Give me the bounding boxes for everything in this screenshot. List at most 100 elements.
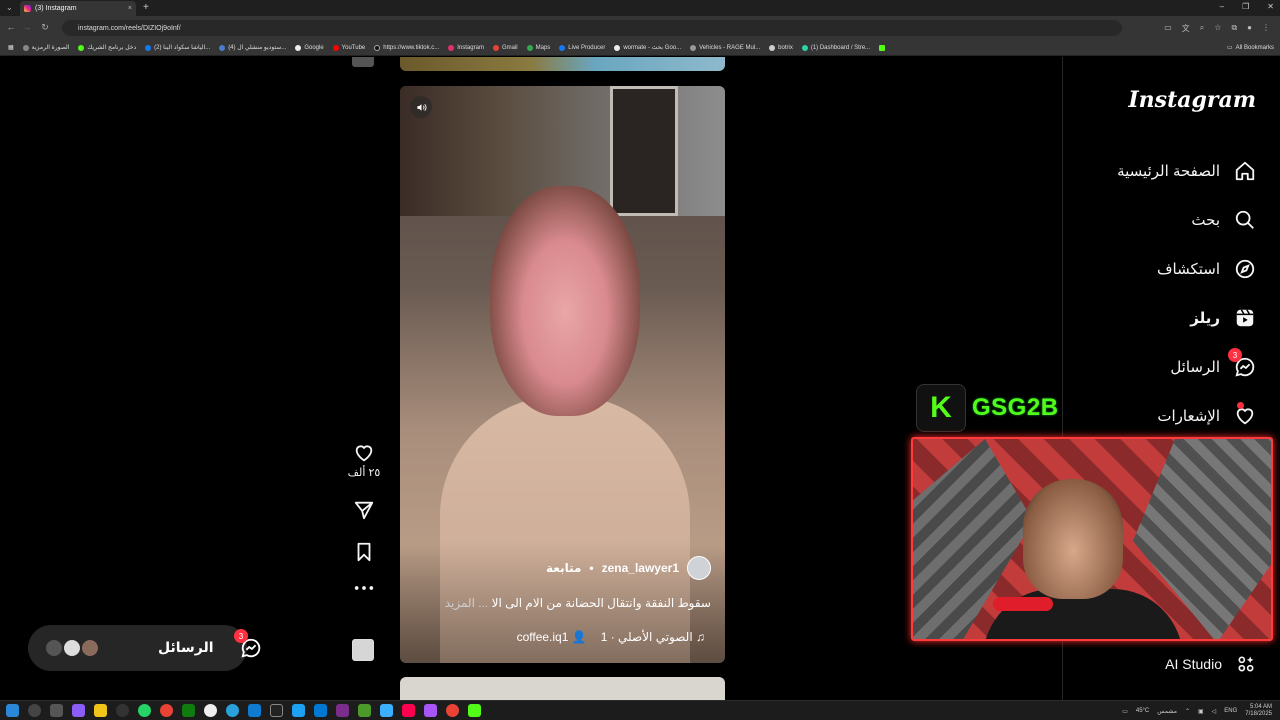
language-indicator[interactable]: ENG <box>1224 708 1237 714</box>
share-action[interactable] <box>353 499 375 521</box>
bookmark-item[interactable]: botrix <box>769 44 793 51</box>
chrome-taskbar-icon[interactable] <box>446 704 459 717</box>
reel-actions: ٢٥ ألف <box>346 442 382 593</box>
speaker-icon[interactable] <box>410 96 432 118</box>
reel-caption[interactable]: سقوط النفقة وانتقال الحضانة من الام الى … <box>445 596 711 610</box>
steam-icon[interactable] <box>270 704 283 717</box>
studio-favicon-icon <box>219 44 226 51</box>
url-input[interactable]: instagram.com/reels/DIZIOj9oInf/ <box>62 20 1122 36</box>
network-icon[interactable]: ▣ <box>1198 708 1204 715</box>
more-action[interactable] <box>353 583 375 593</box>
instagram-bookmark-icon <box>448 44 455 51</box>
nav-home[interactable]: الصفحة الرئيسية <box>1117 160 1256 182</box>
author-avatar[interactable] <box>687 556 711 580</box>
obs-icon[interactable] <box>116 704 129 717</box>
bookmark-item[interactable]: Google <box>295 44 324 51</box>
extensions-icon[interactable]: ⧉ <box>1231 23 1237 34</box>
nav-notifications[interactable]: الإشعارات <box>1157 402 1256 427</box>
tab-instagram[interactable]: (3) Instagram × <box>20 1 136 16</box>
app-icon[interactable] <box>380 704 393 717</box>
telegram-icon[interactable] <box>226 704 239 717</box>
audio-avatar[interactable] <box>352 639 374 661</box>
instagram-logo[interactable]: Instagram <box>1128 87 1256 113</box>
bookmark-star-icon[interactable]: ☆ <box>1214 23 1221 34</box>
clock[interactable]: 5:04 AM 7/18/2025 <box>1245 704 1272 718</box>
new-tab-button[interactable]: + <box>143 2 149 13</box>
author-username[interactable]: zena_lawyer1 <box>602 561 679 575</box>
next-reel-preview[interactable] <box>400 677 725 700</box>
audio-link[interactable]: ♫ الصوتي الأصلي · 1 <box>601 630 705 644</box>
install-icon[interactable]: ▭ <box>1164 23 1172 34</box>
minecraft-icon[interactable] <box>358 704 371 717</box>
reload-icon[interactable]: ↻ <box>38 22 52 33</box>
bookmark-item[interactable]: Live Producer <box>559 44 605 51</box>
music-note-icon: ♫ <box>696 630 705 644</box>
nav-ai-studio[interactable]: AI Studio <box>1165 654 1256 674</box>
browser-tabbar: ⌄ (3) Instagram × + – ❐ ✕ <box>0 0 1280 16</box>
bookmark-item[interactable]: wormate - بحث Goo... <box>614 44 681 51</box>
apps-icon[interactable]: ▦ <box>8 44 14 51</box>
nav-search[interactable]: بحث <box>1191 209 1256 231</box>
previous-reel-avatar[interactable] <box>352 57 374 67</box>
close-window-button[interactable]: ✕ <box>1267 2 1274 11</box>
nav-explore[interactable]: استكشاف <box>1157 258 1256 280</box>
bookmark-item[interactable]: Gmail <box>492 44 518 51</box>
nav-reels[interactable]: ريلز <box>1190 307 1256 329</box>
file-explorer-icon[interactable] <box>94 704 107 717</box>
save-action[interactable] <box>353 541 375 563</box>
previous-reel-preview[interactable] <box>400 57 725 71</box>
kick-logo: K <box>916 384 966 432</box>
windows-start-icon[interactable] <box>6 704 19 717</box>
facebook-favicon-icon <box>145 44 152 51</box>
app-s-icon[interactable] <box>292 704 305 717</box>
all-bookmarks[interactable]: ▭ All Bookmarks <box>1227 44 1274 52</box>
forward-icon[interactable]: → <box>20 22 34 32</box>
tab-list-icon[interactable]: ⌄ <box>6 3 13 12</box>
app-icon[interactable] <box>424 704 437 717</box>
like-action[interactable]: ٢٥ ألف <box>348 442 380 479</box>
messages-pill[interactable]: الرسائل 3 <box>28 625 261 671</box>
premiere-icon[interactable] <box>336 704 349 717</box>
bookmark-item[interactable]: دخل برنامج الشريك <box>78 44 136 51</box>
bookmark-item[interactable] <box>879 44 886 51</box>
app-icon[interactable] <box>204 704 217 717</box>
task-view-icon[interactable] <box>50 704 63 717</box>
bookmark-item[interactable]: Instagram <box>448 44 484 51</box>
tray-chevron-icon[interactable]: ⌃ <box>1185 708 1190 715</box>
search-taskbar-icon[interactable] <box>28 704 41 717</box>
bookmark-icon <box>357 542 371 562</box>
bookmark-item[interactable]: (2) الياشا سكواد الينا... <box>145 44 210 51</box>
bookmark-item[interactable]: (4) ستوديو منشلي ال... <box>219 44 286 51</box>
xbox-icon[interactable] <box>182 704 195 717</box>
tab-close-icon[interactable]: × <box>128 5 132 12</box>
whatsapp-icon[interactable] <box>138 704 151 717</box>
maximize-button[interactable]: ❐ <box>1242 2 1249 11</box>
nav-messages[interactable]: الرسائل 3 <box>1170 348 1256 378</box>
edge-icon[interactable] <box>248 704 261 717</box>
bookmark-item[interactable]: Maps <box>526 44 550 51</box>
back-icon[interactable]: ← <box>4 22 18 32</box>
weather-temp[interactable]: 45°C <box>1136 708 1149 714</box>
bookmark-item[interactable]: الصورة الرمزية <box>22 44 69 51</box>
minimize-button[interactable]: – <box>1220 2 1224 11</box>
volume-icon[interactable]: ◁ <box>1212 708 1217 715</box>
reels-icon <box>1236 309 1254 327</box>
bookmark-item[interactable]: https://www.tiktok.c... <box>374 44 439 51</box>
chrome-icon[interactable] <box>160 704 173 717</box>
tiktok-taskbar-icon[interactable] <box>402 704 415 717</box>
profile-icon[interactable]: ● <box>1247 23 1252 34</box>
zoom-icon[interactable]: ⌕ <box>1200 23 1204 34</box>
copilot-icon[interactable] <box>72 704 85 717</box>
tagged-user[interactable]: 👤 coffee.iq1 <box>517 630 587 644</box>
bookmark-item[interactable]: (1) Dashboard / Stre... <box>801 44 870 51</box>
translate-icon[interactable]: 文 <box>1182 23 1190 34</box>
kick-taskbar-icon[interactable] <box>468 704 481 717</box>
menu-icon[interactable]: ⋮ <box>1262 23 1270 34</box>
bookmark-item[interactable]: Vehicles - RAGE Mul... <box>690 44 760 51</box>
weather-icon[interactable]: ▭ <box>1122 708 1128 715</box>
reel-video[interactable]: zena_lawyer1 • متابعة سقوط النفقة وانتقا… <box>400 86 725 663</box>
follow-button[interactable]: متابعة <box>546 561 581 575</box>
caption-more-link[interactable]: ... المزيد <box>445 596 489 610</box>
bookmark-item[interactable]: YouTube <box>332 44 365 51</box>
vscode-icon[interactable] <box>314 704 327 717</box>
